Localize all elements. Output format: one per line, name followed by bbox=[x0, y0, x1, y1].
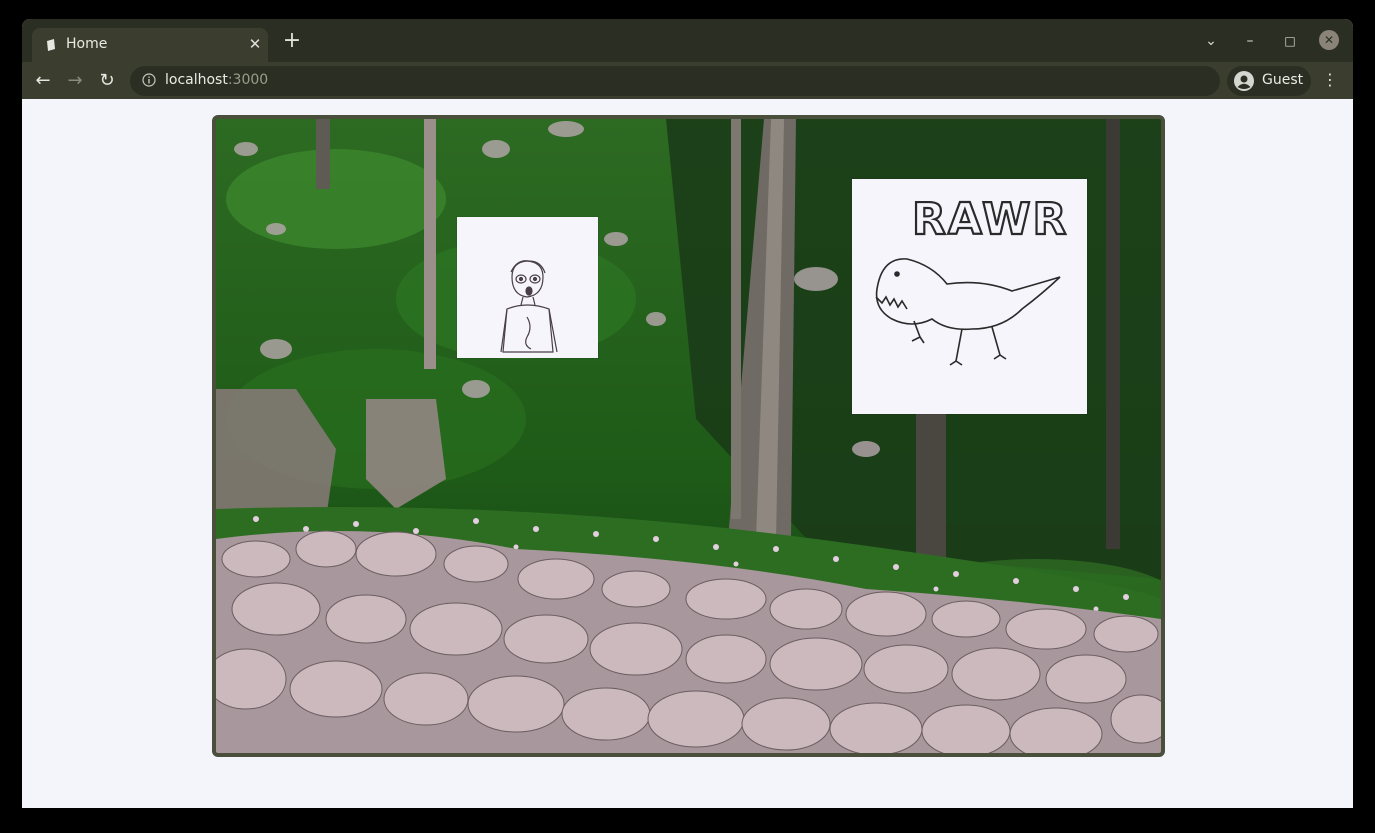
dinosaur-sketch-drawing: RAWR bbox=[875, 193, 1068, 366]
url-host: localhost bbox=[165, 72, 228, 88]
page-viewport: RAWR bbox=[22, 99, 1353, 808]
page-favicon-icon bbox=[47, 39, 55, 51]
url-text: localhost:3000 bbox=[165, 72, 268, 88]
tab-close-icon[interactable]: ✕ bbox=[246, 35, 264, 53]
profile-button[interactable]: Guest bbox=[1227, 66, 1311, 96]
profile-name: Guest bbox=[1262, 72, 1304, 88]
tab-home[interactable]: Home ✕ bbox=[32, 28, 268, 62]
person-sketch-image[interactable] bbox=[457, 217, 598, 358]
maximize-button[interactable]: □ bbox=[1279, 30, 1301, 52]
new-tab-button[interactable]: + bbox=[280, 30, 304, 55]
person-sketch-drawing bbox=[500, 260, 558, 353]
tab-title: Home bbox=[66, 36, 108, 52]
dinosaur-sketch-image[interactable]: RAWR bbox=[852, 179, 1087, 414]
browser-window: Home ✕ + ⌄ – □ ✕ ← → ↻ localhost:3000 Gu… bbox=[22, 19, 1353, 808]
back-button[interactable]: ← bbox=[31, 69, 55, 93]
address-bar[interactable]: localhost:3000 bbox=[130, 66, 1220, 96]
tab-search-icon[interactable]: ⌄ bbox=[1200, 30, 1222, 52]
site-info-icon[interactable] bbox=[142, 73, 156, 87]
rawr-text: RAWR bbox=[912, 194, 1068, 245]
forward-button[interactable]: → bbox=[63, 69, 87, 93]
close-window-button[interactable]: ✕ bbox=[1319, 30, 1339, 50]
browser-toolbar: ← → ↻ localhost:3000 Guest ⋮ bbox=[22, 62, 1353, 99]
reload-button[interactable]: ↻ bbox=[95, 69, 119, 93]
browser-menu-button[interactable]: ⋮ bbox=[1322, 68, 1338, 92]
url-port: :3000 bbox=[227, 72, 269, 88]
minimize-button[interactable]: – bbox=[1239, 30, 1261, 52]
tab-strip: Home ✕ + ⌄ – □ ✕ bbox=[22, 19, 1353, 62]
avatar-icon bbox=[1234, 71, 1254, 91]
forest-scene: RAWR bbox=[212, 115, 1165, 757]
